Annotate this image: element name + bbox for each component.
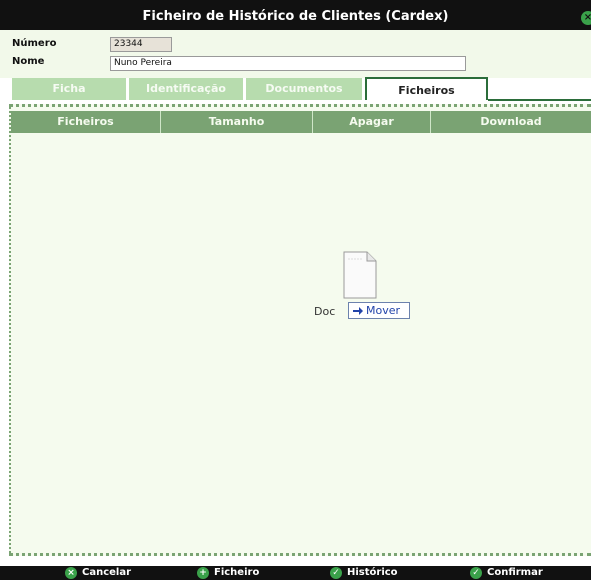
mover-button[interactable]: Mover — [348, 302, 410, 319]
mover-label: Mover — [366, 304, 401, 317]
col-download: Download — [480, 115, 542, 128]
nome-label: Nome — [12, 56, 45, 67]
historico-label: Histórico — [347, 567, 398, 578]
col-apagar: Apagar — [313, 111, 431, 133]
nome-field[interactable]: Nuno Pereira — [110, 56, 466, 71]
tab-ficheiros[interactable]: Ficheiros — [365, 77, 488, 100]
check-icon: ✓ — [330, 567, 342, 579]
tab-ficha[interactable]: Ficha — [12, 78, 126, 100]
tab-documentos[interactable]: Documentos — [246, 78, 362, 100]
close-circle-icon[interactable]: × — [581, 11, 591, 25]
numero-label: Número — [12, 38, 57, 49]
tab-bar: Ficha Identificação Documentos Ficheiros — [0, 77, 591, 100]
historico-button[interactable]: ✓ Histórico — [330, 566, 410, 580]
cancel-icon: × — [65, 567, 77, 579]
arrow-right-icon — [353, 307, 363, 315]
document-label: Doc — [314, 305, 336, 318]
ficheiro-label: Ficheiro — [214, 567, 260, 578]
confirmar-button[interactable]: ✓ Confirmar — [470, 566, 556, 580]
col-ficheiros: Ficheiros — [11, 111, 161, 133]
window-title: Ficheiro de Histórico de Clientes (Carde… — [142, 9, 449, 24]
document-icon[interactable] — [343, 251, 377, 299]
col-tamanho: Tamanho — [161, 111, 313, 133]
numero-field: 23344 — [110, 37, 172, 52]
cancelar-button[interactable]: × Cancelar — [65, 566, 145, 580]
add-icon: + — [197, 567, 209, 579]
tab-identificacao[interactable]: Identificação — [129, 78, 243, 100]
check-icon: ✓ — [470, 567, 482, 579]
cancelar-label: Cancelar — [82, 567, 132, 578]
client-form: Número 23344 Nome Nuno Pereira — [0, 30, 591, 78]
tab-underline — [488, 99, 591, 101]
window-titlebar: Ficheiro de Histórico de Clientes (Carde… — [0, 0, 591, 30]
files-table-header: Ficheiros Tamanho Apagar Download — [11, 111, 591, 133]
files-panel: Ficheiros Tamanho Apagar Download — [9, 104, 591, 556]
action-footer: × Cancelar + Ficheiro ✓ Histórico ✓ Conf… — [0, 566, 591, 580]
ficheiro-button[interactable]: + Ficheiro — [197, 566, 277, 580]
confirmar-label: Confirmar — [487, 567, 543, 578]
